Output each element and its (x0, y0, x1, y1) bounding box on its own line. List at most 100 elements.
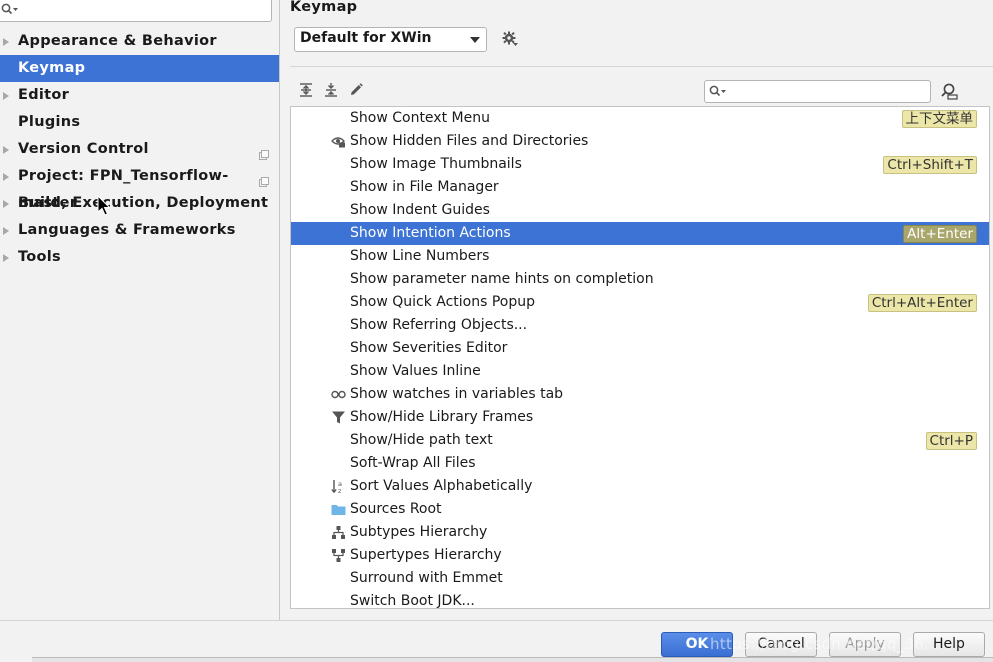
action-label: Supertypes Hierarchy (350, 547, 502, 563)
settings-search-input[interactable] (21, 0, 265, 19)
action-label: Subtypes Hierarchy (350, 524, 488, 540)
action-label: Show Context Menu (350, 110, 490, 126)
sidebar-item-project-fpn-tensorflow-master[interactable]: Project: FPN_Tensorflow-master (0, 163, 279, 211)
action-label: Show watches in variables tab (350, 386, 564, 402)
keymap-scheme-value: Default for XWin (300, 30, 432, 46)
keymap-action-row[interactable]: Show Intention Actions Alt+Enter (291, 222, 989, 245)
keymap-action-row[interactable]: Show Severities Editor (291, 337, 989, 360)
supertypes-hierarchy-icon (331, 548, 346, 563)
keymap-action-list: Switch Boot JDK... Surround with Emmet Sup… (290, 106, 990, 609)
keymap-action-row[interactable]: Show Quick Actions Popup Ctrl+Alt+Enter (291, 291, 989, 314)
chevron-right-icon[interactable] (3, 254, 9, 262)
keymap-action-row[interactable]: Show Indent Guides (291, 199, 989, 222)
keymap-action-row[interactable]: Show Line Numbers (291, 245, 989, 268)
action-label: Show Hidden Files and Directories (350, 133, 589, 149)
action-filter-field[interactable] (704, 80, 931, 103)
chevron-right-icon[interactable] (3, 227, 9, 235)
folder-icon (331, 502, 346, 517)
keymap-action-row[interactable]: Show Referring Objects... (291, 314, 989, 337)
sidebar-item-label: Editor (18, 87, 70, 103)
sidebar-item-tools[interactable]: Tools (0, 244, 279, 271)
action-label: Sources Root (350, 501, 442, 517)
dialog-footer: OK Cancel Apply Help https://blog.csdn.n… (0, 620, 993, 662)
search-icon (709, 85, 727, 102)
sidebar-item-build-execution-deployment[interactable]: Build, Execution, Deployment (0, 190, 279, 217)
header-separator (290, 66, 993, 67)
keymap-action-row[interactable]: Show/Hide path text Ctrl+P (291, 429, 989, 452)
filter-funnel-icon (331, 410, 346, 425)
keymap-action-row[interactable]: Show parameter name hints on completion (291, 268, 989, 291)
keymap-action-row[interactable]: Show Values Inline (291, 360, 989, 383)
sidebar-item-appearance-behavior[interactable]: Appearance & Behavior (0, 28, 279, 55)
keymap-action-row[interactable]: Show watches in variables tab (291, 383, 989, 406)
sidebar-item-label: Version Control (18, 141, 149, 157)
settings-sidebar: Appearance & Behavior Keymap Editor Plugins… (0, 0, 280, 620)
action-filter-input[interactable] (731, 82, 925, 101)
shortcut-badge: Ctrl+Alt+Enter (867, 294, 977, 312)
keymap-action-row[interactable]: Switch Boot JDK... (291, 590, 989, 609)
keymap-action-row[interactable]: Show Image Thumbnails Ctrl+Shift+T (291, 153, 989, 176)
keymap-scheme-select[interactable]: Default for XWin (294, 27, 487, 52)
keymap-action-row[interactable]: Show Context Menu 上下文菜单 (291, 107, 989, 130)
action-label: Show Referring Objects... (350, 317, 528, 333)
help-button[interactable]: Help (913, 632, 985, 657)
mouse-pointer-icon (97, 194, 111, 221)
keymap-action-row[interactable]: Surround with Emmet (291, 567, 989, 590)
page-title: Keymap (290, 0, 358, 15)
expand-all-icon[interactable] (298, 82, 316, 100)
sidebar-item-label: Tools (18, 249, 61, 265)
chevron-right-icon[interactable] (3, 200, 9, 208)
hidden-files-icon (331, 134, 346, 149)
collapse-all-icon[interactable] (323, 82, 341, 100)
keymap-action-row[interactable]: Show in File Manager (291, 176, 989, 199)
keymap-action-row[interactable]: Supertypes Hierarchy (291, 544, 989, 567)
action-label: Show parameter name hints on completion (350, 271, 654, 287)
action-label: Show Values Inline (350, 363, 481, 379)
chevron-right-icon[interactable] (3, 173, 9, 181)
action-label: Show/Hide path text (350, 432, 493, 448)
shortcut-badge: Ctrl+P (925, 432, 977, 450)
sort-alpha-icon: az (331, 479, 346, 495)
action-label: Surround with Emmet (350, 570, 503, 586)
chevron-down-icon (470, 37, 480, 43)
keymap-action-row[interactable]: Sources Root (291, 498, 989, 521)
sidebar-item-version-control[interactable]: Version Control (0, 136, 279, 163)
chevron-right-icon[interactable] (3, 92, 9, 100)
sidebar-item-keymap[interactable]: Keymap (0, 55, 279, 82)
action-label: Show Intention Actions (350, 225, 511, 241)
sidebar-item-languages-frameworks[interactable]: Languages & Frameworks (0, 217, 279, 244)
chevron-right-icon[interactable] (3, 38, 9, 46)
sidebar-item-editor[interactable]: Editor (0, 82, 279, 109)
find-by-shortcut-icon[interactable] (940, 82, 958, 104)
edit-pencil-icon[interactable] (348, 82, 366, 100)
chevron-right-icon[interactable] (3, 146, 9, 154)
action-label: Show Line Numbers (350, 248, 490, 264)
shortcut-badge: 上下文菜单 (901, 110, 977, 128)
keymap-action-row[interactable]: Soft-Wrap All Files (291, 452, 989, 475)
cancel-button[interactable]: Cancel (745, 632, 817, 657)
action-label: Show in File Manager (350, 179, 499, 195)
keymap-action-row[interactable]: Subtypes Hierarchy (291, 521, 989, 544)
action-label: Soft-Wrap All Files (350, 455, 476, 471)
search-icon (1, 3, 19, 20)
ok-button[interactable]: OK (661, 632, 733, 657)
action-label: Sort Values Alphabetically (350, 478, 533, 494)
subtypes-hierarchy-icon (331, 525, 346, 540)
action-label: Show Indent Guides (350, 202, 490, 218)
action-label: Show Severities Editor (350, 340, 508, 356)
keymap-action-row[interactable]: Show/Hide Library Frames (291, 406, 989, 429)
action-label: Show Quick Actions Popup (350, 294, 536, 310)
sidebar-item-label: Plugins (18, 114, 81, 130)
apply-button[interactable]: Apply (829, 632, 901, 657)
sidebar-item-plugins[interactable]: Plugins (0, 109, 279, 136)
gear-icon[interactable] (502, 31, 518, 51)
action-label: Show Image Thumbnails (350, 156, 522, 172)
shortcut-badge: Alt+Enter (903, 225, 977, 243)
keymap-action-row[interactable]: a z Sort Values Alphabetically (291, 475, 989, 498)
action-label: Show/Hide Library Frames (350, 409, 534, 425)
keymap-panel: Keymap Default for XWin Switch Boot JDK.… (280, 0, 993, 620)
keymap-action-row[interactable]: Show Hidden Files and Directories (291, 130, 989, 153)
settings-search-field[interactable] (0, 0, 272, 22)
action-label: Switch Boot JDK... (350, 593, 475, 609)
svg-text:z: z (338, 487, 342, 494)
